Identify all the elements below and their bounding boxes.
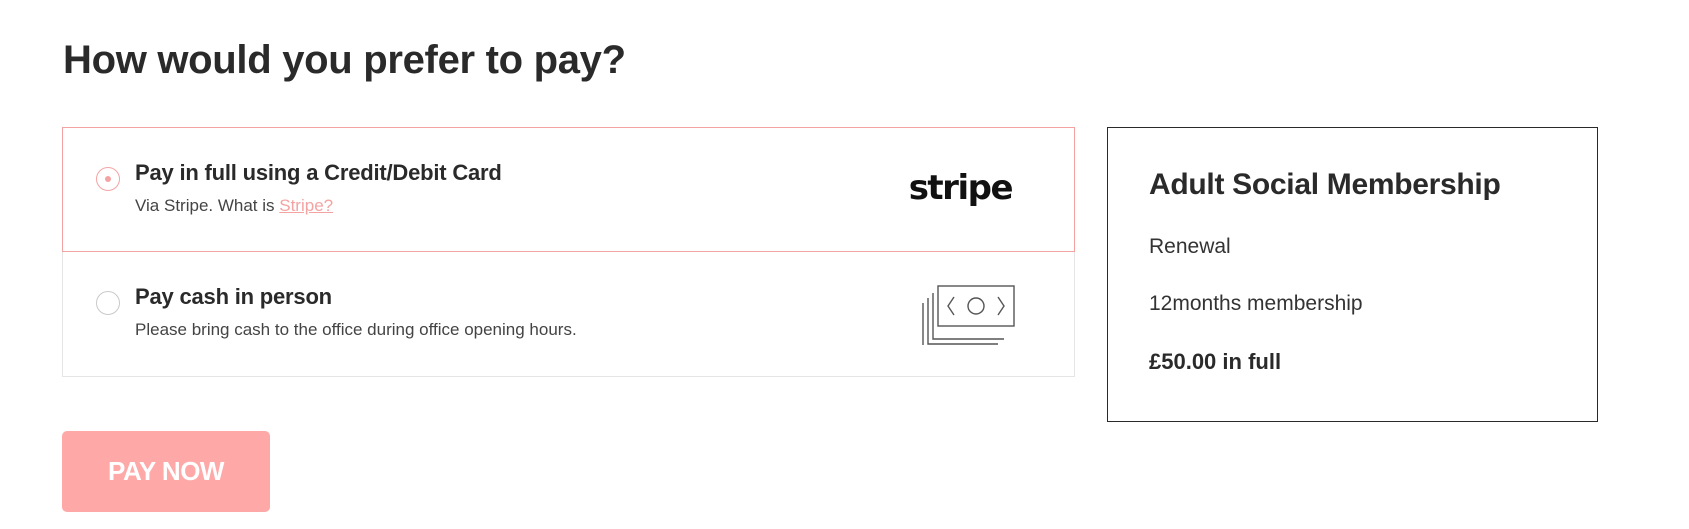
stripe-logo: stripe [908, 168, 1014, 208]
payment-option-card[interactable]: Pay in full using a Credit/Debit Card Vi… [62, 127, 1075, 252]
membership-price: £50.00 in full [1149, 349, 1282, 374]
card-option-description-text: Via Stripe. What is [135, 196, 280, 215]
cash-option-description: Please bring cash to the office during o… [135, 320, 577, 339]
page-title: How would you prefer to pay? [63, 38, 626, 82]
pay-now-button[interactable]: PAY NOW [62, 431, 270, 512]
what-is-stripe-link[interactable]: Stripe? [279, 196, 333, 215]
payment-options: Pay in full using a Credit/Debit Card Vi… [62, 127, 1075, 377]
card-option-description: Via Stripe. What is Stripe? [135, 196, 333, 216]
membership-title: Adult Social Membership [1149, 168, 1501, 201]
cash-icon [922, 285, 1015, 345]
membership-summary: Adult Social Membership Renewal 12months… [1107, 127, 1598, 422]
card-radio-button[interactable] [96, 167, 120, 191]
payment-option-cash[interactable]: Pay cash in person Please bring cash to … [62, 252, 1075, 377]
membership-type: Renewal [1149, 235, 1231, 258]
cash-radio-button[interactable] [96, 291, 120, 315]
card-option-title: Pay in full using a Credit/Debit Card [135, 160, 502, 185]
cash-option-title: Pay cash in person [135, 284, 332, 309]
membership-duration: 12months membership [1149, 292, 1363, 315]
